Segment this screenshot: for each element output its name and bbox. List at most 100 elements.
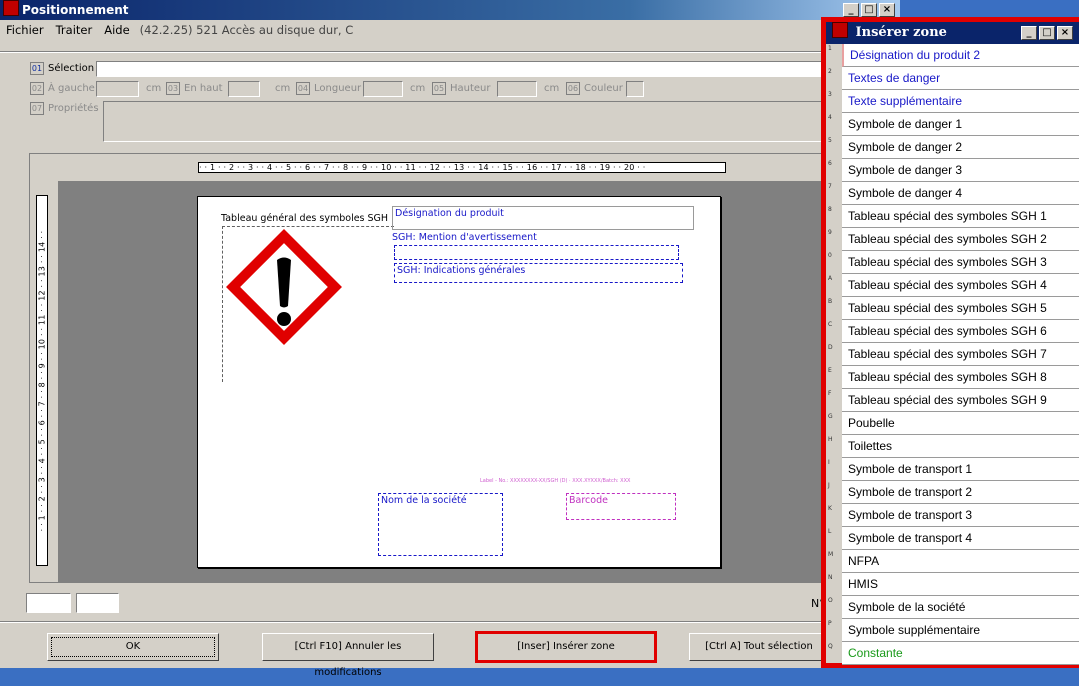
insert-zone-item[interactable]: B Tableau spécial des symboles SGH 5 [826, 297, 1079, 320]
length-unit: cm [410, 83, 426, 94]
insert-zone-item-key: Q [828, 643, 833, 650]
insert-zone-item[interactable]: 5 Symbole de danger 2 [826, 136, 1079, 159]
insert-zone-item[interactable]: E Tableau spécial des symboles SGH 8 [826, 366, 1079, 389]
insert-zone-item[interactable]: P Symbole supplémentaire [826, 619, 1079, 642]
insert-zone-item-label: Symbole de danger 1 [842, 113, 1079, 136]
insert-zone-item-label: Toilettes [842, 435, 1079, 458]
status-field-2[interactable] [76, 593, 119, 613]
insert-zone-item-label: Constante [842, 642, 1079, 665]
insert-zone-item[interactable]: A Tableau spécial des symboles SGH 4 [826, 274, 1079, 297]
insert-zone-item-key: L [828, 528, 832, 535]
insert-zone-item[interactable]: 1 Désignation du produit 2 [826, 44, 1079, 67]
exclamation-hazard-icon [226, 229, 342, 345]
insert-zone-item-label: Textes de danger [842, 67, 1079, 90]
insert-zone-item[interactable]: K Symbole de transport 3 [826, 504, 1079, 527]
insert-zone-item-label: Symbole de transport 1 [842, 458, 1079, 481]
insert-zone-item[interactable]: 8 Tableau spécial des symboles SGH 1 [826, 205, 1079, 228]
insert-zone-item[interactable]: 3 Texte supplémentaire [826, 90, 1079, 113]
ok-button[interactable]: OK [47, 633, 219, 661]
main-title-bar: Positionnement [0, 0, 900, 20]
insert-zone-item[interactable]: 0 Tableau spécial des symboles SGH 3 [826, 251, 1079, 274]
select-all-button[interactable]: [Ctrl A] Tout sélection [689, 633, 829, 661]
maximize-button[interactable]: □ [861, 3, 877, 17]
insert-zone-item[interactable]: F Tableau spécial des symboles SGH 9 [826, 389, 1079, 412]
selection-number-badge: 01 [30, 62, 44, 75]
close-button[interactable]: × [879, 3, 895, 17]
selection-input[interactable] [96, 61, 826, 77]
product-designation-zone[interactable]: Désignation du produit [392, 206, 694, 230]
insert-zone-item[interactable]: M NFPA [826, 550, 1079, 573]
insert-zone-item[interactable]: 7 Symbole de danger 4 [826, 182, 1079, 205]
panel-title: Insérer zone [855, 25, 947, 40]
app-icon [3, 0, 19, 16]
minimize-button[interactable]: _ [843, 3, 859, 17]
menu-fichier[interactable]: Fichier [6, 23, 44, 37]
insert-zone-item[interactable]: N HMIS [826, 573, 1079, 596]
insert-zone-item-key: 4 [828, 114, 832, 121]
color-number-badge: 06 [566, 82, 580, 95]
window-title: Positionnement [22, 3, 129, 17]
panel-maximize-button[interactable]: □ [1039, 26, 1055, 40]
hazard-mention-zone[interactable] [394, 245, 679, 260]
height-label: Hauteur [450, 83, 491, 94]
insert-zone-item-label: Symbole de transport 3 [842, 504, 1079, 527]
top-input[interactable] [228, 81, 260, 97]
insert-zone-item-label: Tableau spécial des symboles SGH 3 [842, 251, 1079, 274]
status-field-1[interactable] [26, 593, 71, 613]
insert-zone-item[interactable]: D Tableau spécial des symboles SGH 7 [826, 343, 1079, 366]
insert-zone-item[interactable]: G Poubelle [826, 412, 1079, 435]
insert-zone-item-label: Symbole supplémentaire [842, 619, 1079, 642]
left-unit: cm [146, 83, 162, 94]
insert-zone-item-key: 2 [828, 68, 832, 75]
label-page[interactable]: Tableau général des symboles SGH Désigna… [197, 196, 721, 568]
top-number-badge: 03 [166, 82, 180, 95]
insert-zone-item[interactable]: J Symbole de transport 2 [826, 481, 1079, 504]
insert-zone-item[interactable]: L Symbole de transport 4 [826, 527, 1079, 550]
menu-info-text: (42.2.25) 521 Accès au disque dur, C [139, 23, 354, 37]
insert-zone-item-label: Tableau spécial des symboles SGH 9 [842, 389, 1079, 412]
insert-zone-item-label: Désignation du produit 2 [842, 44, 1079, 67]
color-label: Couleur [584, 83, 623, 94]
insert-zone-item[interactable]: I Symbole de transport 1 [826, 458, 1079, 481]
vertical-ruler: · · 1 · · 2 · · 3 · · 4 · · 5 · · 6 · · … [36, 195, 48, 566]
insert-zone-item-key: J [828, 482, 830, 489]
cancel-changes-button[interactable]: [Ctrl F10] Annuler les modifications [262, 633, 434, 678]
color-input[interactable] [626, 81, 644, 97]
properties-input[interactable] [103, 101, 826, 142]
insert-zone-item-key: A [828, 275, 833, 282]
company-name-zone[interactable]: Nom de la société [378, 493, 503, 556]
general-indications-zone[interactable]: SGH: Indications générales [394, 263, 683, 283]
menu-traiter[interactable]: Traiter [56, 23, 93, 37]
insert-zone-item[interactable]: 4 Symbole de danger 1 [826, 113, 1079, 136]
insert-zone-item-label: Tableau spécial des symboles SGH 2 [842, 228, 1079, 251]
menu-bar: Fichier Traiter Aide (42.2.25) 521 Accès au… [0, 20, 900, 40]
barcode-zone[interactable]: Barcode [566, 493, 676, 520]
length-number-badge: 04 [296, 82, 310, 95]
insert-zone-item-key: 3 [828, 91, 832, 98]
insert-zone-item-label: Symbole de transport 2 [842, 481, 1079, 504]
insert-zone-button[interactable]: [Inser] Insérer zone [475, 631, 657, 663]
panel-close-button[interactable]: × [1057, 26, 1073, 40]
left-input[interactable] [96, 81, 139, 97]
insert-zone-item-label: Tableau spécial des symboles SGH 5 [842, 297, 1079, 320]
height-unit: cm [544, 83, 560, 94]
menu-aide[interactable]: Aide [104, 23, 129, 37]
insert-zone-item-key: 1 [828, 45, 832, 52]
insert-zone-item-label: Symbole de la société [842, 596, 1079, 619]
insert-zone-list: 1 Désignation du produit 2 2 Textes de dang… [826, 44, 1079, 668]
insert-zone-item-key: K [828, 505, 832, 512]
panel-minimize-button[interactable]: _ [1021, 26, 1037, 40]
insert-zone-item[interactable]: O Symbole de la société [826, 596, 1079, 619]
length-input[interactable] [363, 81, 403, 97]
insert-zone-item-label: Symbole de danger 4 [842, 182, 1079, 205]
insert-zone-item[interactable]: 9 Tableau spécial des symboles SGH 2 [826, 228, 1079, 251]
insert-zone-item-label: Symbole de danger 2 [842, 136, 1079, 159]
insert-zone-item[interactable]: H Toilettes [826, 435, 1079, 458]
insert-zone-item[interactable]: C Tableau spécial des symboles SGH 6 [826, 320, 1079, 343]
insert-zone-item[interactable]: 2 Textes de danger [826, 67, 1079, 90]
insert-zone-item[interactable]: 6 Symbole de danger 3 [826, 159, 1079, 182]
height-input[interactable] [497, 81, 537, 97]
insert-zone-item[interactable]: Q Constante [826, 642, 1079, 665]
sgh-table-title: Tableau général des symboles SGH [221, 213, 389, 224]
insert-zone-item-key: M [828, 551, 834, 558]
